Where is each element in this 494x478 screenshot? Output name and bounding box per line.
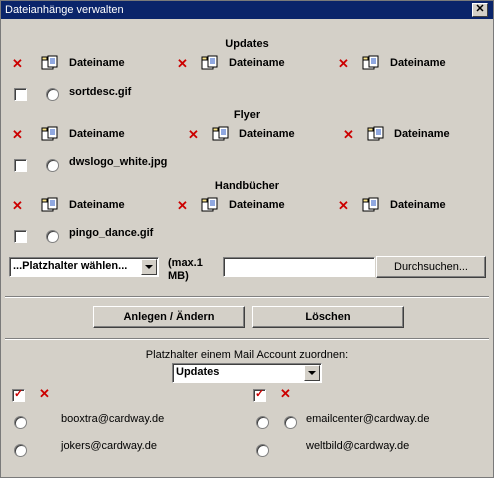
delete-icon[interactable]: ✕ [177, 57, 188, 70]
account-email: weltbild@cardway.de [306, 440, 410, 452]
delete-icon[interactable]: ✕ [177, 199, 188, 212]
column-header-filename: Dateiname [69, 199, 125, 211]
file-checkbox[interactable] [14, 159, 27, 172]
browse-button[interactable]: Durchsuchen... [376, 256, 486, 278]
account-email: booxtra@cardway.de [61, 413, 165, 425]
delete-icon[interactable]: ✕ [12, 57, 23, 70]
delete-icon[interactable]: ✕ [12, 128, 23, 141]
delete-icon[interactable]: ✕ [188, 128, 199, 141]
account-radio[interactable] [256, 444, 269, 457]
account-radio[interactable] [284, 416, 297, 429]
account-radio[interactable] [14, 444, 27, 457]
file-icon[interactable] [41, 126, 59, 142]
select-all-checkbox[interactable] [12, 387, 25, 402]
delete-button[interactable]: Löschen [252, 306, 404, 328]
file-checkbox[interactable] [14, 230, 27, 243]
file-radio[interactable] [46, 230, 59, 243]
delete-icon[interactable]: ✕ [12, 199, 23, 212]
close-button[interactable]: ✕ [472, 3, 488, 17]
assign-label: Platzhalter einem Mail Account zuordnen: [145, 349, 349, 361]
account-placeholder-select[interactable]: Updates [172, 363, 322, 383]
section-title-updates: Updates [225, 38, 269, 50]
placeholder-select[interactable]: ...Platzhalter wählen... [9, 257, 159, 277]
chevron-down-icon[interactable] [304, 365, 320, 381]
column-header-filename: Dateiname [390, 57, 446, 69]
file-radio[interactable] [46, 88, 59, 101]
account-email: emailcenter@cardway.de [306, 413, 430, 425]
account-placeholder-select-value: Updates [176, 366, 220, 378]
file-checkbox[interactable] [14, 88, 27, 101]
title-bar: Dateianhänge verwalten ✕ [1, 1, 493, 19]
column-header-filename: Dateiname [229, 199, 285, 211]
delete-icon[interactable]: ✕ [39, 387, 50, 400]
section-title-handbuecher: Handbücher [214, 180, 280, 192]
delete-icon[interactable]: ✕ [343, 128, 354, 141]
account-radio[interactable] [14, 416, 27, 429]
delete-icon[interactable]: ✕ [338, 57, 349, 70]
file-name: sortdesc.gif [69, 86, 132, 98]
file-icon[interactable] [212, 126, 230, 142]
account-email: jokers@cardway.de [61, 440, 157, 452]
placeholder-select-value: ...Platzhalter wählen... [13, 260, 128, 272]
file-name: pingo_dance.gif [69, 227, 154, 239]
column-header-filename: Dateiname [229, 57, 285, 69]
column-header-filename: Dateiname [69, 57, 125, 69]
file-icon[interactable] [41, 197, 59, 213]
window-title: Dateianhänge verwalten [5, 4, 124, 16]
divider [5, 338, 489, 340]
file-icon[interactable] [362, 197, 380, 213]
column-header-filename: Dateiname [239, 128, 295, 140]
file-radio[interactable] [46, 159, 59, 172]
file-icon[interactable] [362, 55, 380, 71]
select-all-checkbox[interactable] [253, 387, 266, 402]
file-icon[interactable] [201, 55, 219, 71]
file-icon[interactable] [201, 197, 219, 213]
file-icon[interactable] [367, 126, 385, 142]
divider [5, 296, 489, 298]
column-header-filename: Dateiname [69, 128, 125, 140]
delete-icon[interactable]: ✕ [280, 387, 291, 400]
file-path-input[interactable] [223, 257, 375, 277]
max-size-label: (max.1 MB) [168, 257, 203, 282]
file-name: dwslogo_white.jpg [69, 156, 168, 168]
column-header-filename: Dateiname [390, 199, 446, 211]
chevron-down-icon[interactable] [141, 259, 157, 275]
section-title-flyer: Flyer [233, 109, 261, 121]
file-icon[interactable] [41, 55, 59, 71]
delete-icon[interactable]: ✕ [338, 199, 349, 212]
account-radio[interactable] [256, 416, 269, 429]
dialog-window: Dateianhänge verwalten ✕ Updates ✕ Datei… [0, 0, 494, 478]
create-update-button[interactable]: Anlegen / Ändern [93, 306, 245, 328]
column-header-filename: Dateiname [394, 128, 450, 140]
